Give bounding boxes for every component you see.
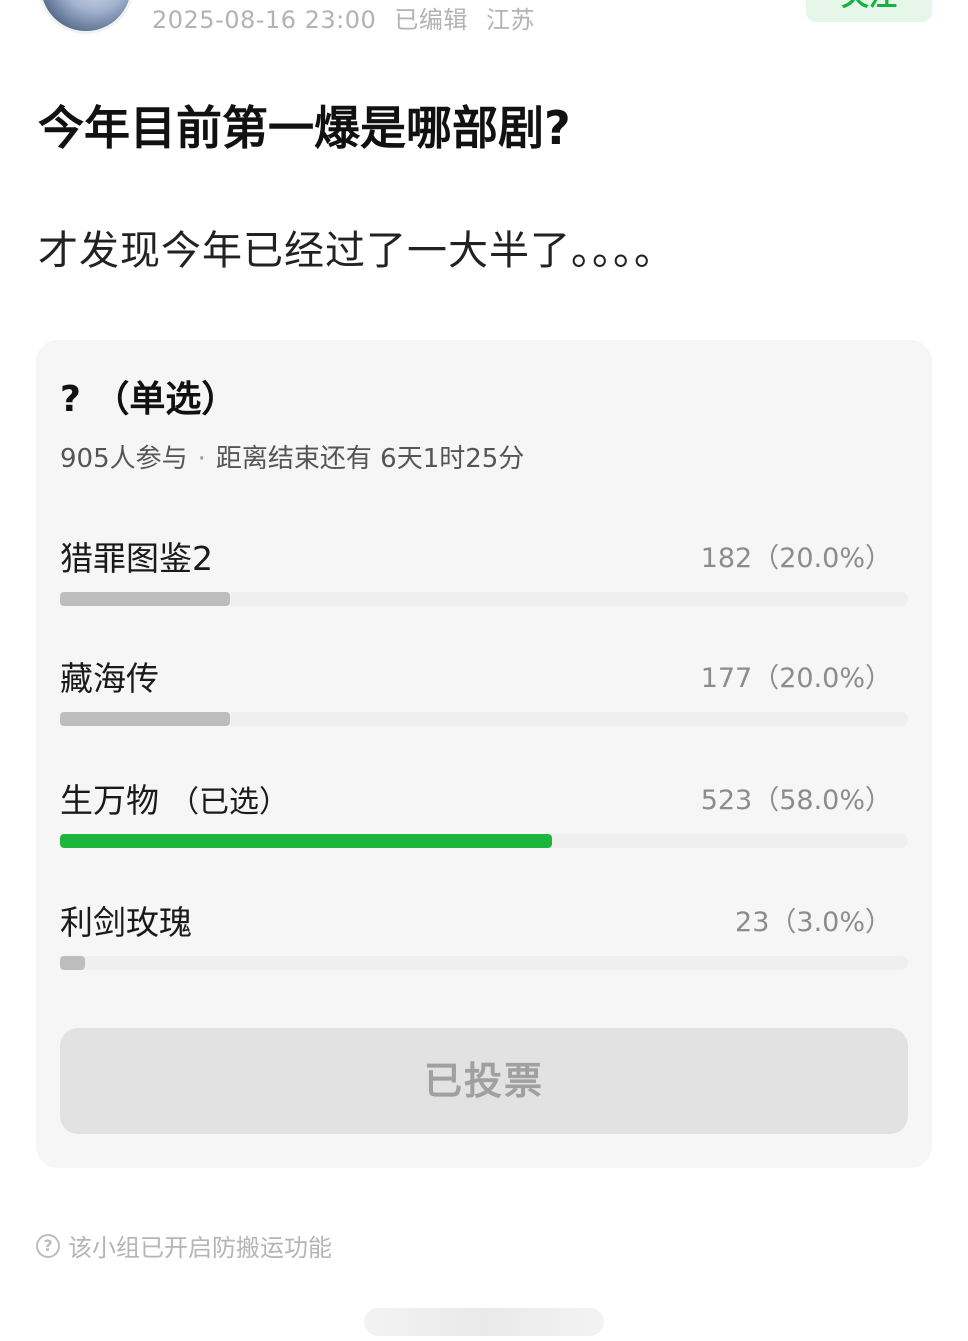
- anti-repost-notice: ? 该小组已开启防搬运功能: [36, 1228, 332, 1263]
- edited-label: 已编辑: [394, 6, 468, 34]
- poll-stats: 905人参与 · 距离结束还有 6天1时25分: [60, 438, 524, 475]
- poll-option-label: 藏海传: [60, 659, 159, 698]
- post-title: 今年目前第一爆是哪部剧?: [38, 101, 571, 155]
- separator-dot: ·: [197, 444, 206, 474]
- poll-option-selected-tag: （已选）: [169, 785, 289, 820]
- poll-time-left: 距离结束还有 6天1时25分: [215, 444, 525, 474]
- post-page: 2025-08-16 23:00 已编辑 江苏 关注 今年目前第一爆是哪部剧? …: [0, 0, 968, 1341]
- poll-option-count: 23（3.0%）: [735, 907, 892, 938]
- poll-option[interactable]: 生万物 （已选） 523（58.0%）: [60, 774, 908, 864]
- poll-title: ? （单选）: [60, 379, 238, 420]
- poll-card: ? （单选） 905人参与 · 距离结束还有 6天1时25分 猎罪图鉴2 182（2…: [36, 340, 932, 1168]
- poll-bar-track: [60, 834, 908, 848]
- voted-button[interactable]: 已投票: [60, 1028, 908, 1134]
- poll-option-count: 177（20.0%）: [700, 663, 892, 694]
- post-meta: 2025-08-16 23:00 已编辑 江苏: [152, 0, 545, 34]
- poll-bar-fill: [60, 956, 86, 970]
- poll-bar-fill: [60, 592, 230, 606]
- poll-bar-fill: [60, 712, 230, 726]
- poll-bar-track: [60, 592, 908, 606]
- location-label: 江苏: [486, 6, 536, 34]
- poll-bar-fill: [60, 834, 552, 848]
- follow-button[interactable]: 关注: [806, 0, 932, 22]
- poll-option-count: 523（58.0%）: [700, 785, 892, 816]
- poll-bar-track: [60, 712, 908, 726]
- post-body: 才发现今年已经过了一大半了。。。。: [38, 228, 675, 274]
- poll-option-label: 猎罪图鉴2: [60, 539, 213, 578]
- poll-option[interactable]: 藏海传 177（20.0%）: [60, 652, 908, 742]
- poll-option-count: 182（20.0%）: [700, 543, 892, 574]
- poll-option-label: 生万物: [60, 781, 159, 820]
- question-circle-icon[interactable]: ?: [36, 1233, 60, 1258]
- poll-participants: 905人参与: [60, 444, 188, 474]
- poll-option[interactable]: 猎罪图鉴2 182（20.0%）: [60, 532, 908, 622]
- poll-bar-track: [60, 956, 908, 970]
- home-indicator: [364, 1308, 604, 1336]
- post-timestamp: 2025-08-16 23:00: [152, 6, 377, 34]
- user-avatar[interactable]: [38, 0, 134, 34]
- poll-option-label: 利剑玫瑰: [60, 903, 192, 942]
- poll-option[interactable]: 利剑玫瑰 23（3.0%）: [60, 896, 908, 986]
- notice-text: 该小组已开启防搬运功能: [68, 1234, 332, 1262]
